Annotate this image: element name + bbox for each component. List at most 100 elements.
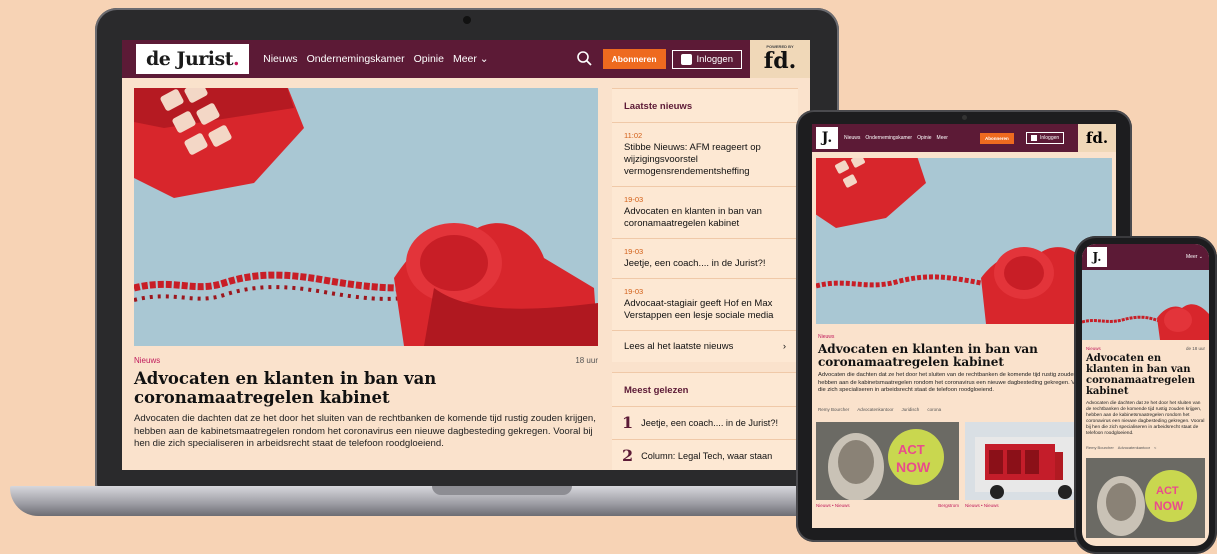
tablet-article-tag[interactable]: Nieuws [818, 334, 1116, 340]
meta-tag[interactable]: Juridisch [902, 407, 920, 412]
most-read-item[interactable]: 1 Jeetje, een coach.... in de Jurist?! [612, 407, 798, 440]
top-navigation: de Jurist. Nieuws Ondernemingskamer Opin… [122, 40, 810, 78]
news-time: 11:02 [624, 131, 643, 140]
card-meta: Nieuws • Nieuws Bergstrom [816, 503, 959, 508]
meta-tag[interactable]: Advocatenkantoor [1118, 445, 1150, 450]
tablet-nav-item[interactable]: Meer [937, 135, 948, 141]
tablet-nav-item[interactable]: Opinie [917, 135, 931, 141]
card-category[interactable]: Nieuws • Nieuws [965, 503, 999, 508]
phone-hero-image[interactable] [1082, 270, 1209, 340]
article-card[interactable]: ACT NOW Nieuws • Nieuws Bergstrom [816, 421, 959, 508]
tablet-partner-logo[interactable]: fd. [1078, 124, 1116, 152]
article-headline[interactable]: Advocaten en klanten in ban van coronama… [134, 369, 598, 407]
subscribe-button[interactable]: Abonneren [602, 49, 666, 69]
phone-navigation: J. Meer ⌄ [1082, 244, 1209, 270]
phone-logo[interactable]: J. [1087, 247, 1107, 267]
news-time: 19-03 [624, 287, 644, 296]
nav-actions: Abonneren Inloggen POWERED BY fd. [575, 40, 810, 78]
phone-screen: J. Meer ⌄ Nieuws de 18 uur Advocaten en … [1082, 244, 1209, 546]
tablet-hero-image[interactable] [816, 158, 1112, 324]
tablet-nav-links: Nieuws Ondernemingskamer Opinie Meer [844, 135, 948, 141]
logo-text: de Jurist [146, 48, 234, 70]
news-time: 19-03 [624, 247, 644, 256]
featured-article[interactable]: Nieuws 18 uur Advocaten en klanten in ba… [134, 88, 598, 470]
logo-dot: . [233, 48, 240, 70]
tablet-nav-item[interactable]: Ondernemingskamer [865, 135, 912, 141]
news-title: Advocaten en klanten in ban van coronama… [624, 206, 762, 229]
latest-news-title: Laatste nieuws [612, 89, 798, 123]
partner-small-text: POWERED BY [766, 44, 794, 49]
nav-item-ondernemingskamer[interactable]: Ondernemingskamer [307, 53, 405, 65]
all-news-label: Lees al het laatste nieuws [624, 341, 734, 352]
login-button[interactable]: Inloggen [671, 49, 742, 69]
meta-tag[interactable]: corona [927, 407, 941, 412]
article-tag[interactable]: Nieuws [134, 356, 160, 365]
card-category[interactable]: Nieuws • Nieuws [816, 503, 850, 508]
most-read-title-text: Column: Legal Tech, waar staan [641, 451, 773, 461]
svg-text:ACT: ACT [898, 442, 925, 457]
news-title: Advocaat-stagiair geeft Hof en Max Verst… [624, 298, 774, 321]
svg-text:NOW: NOW [896, 459, 931, 475]
news-item[interactable]: 19-03 Advocaten en klanten in ban van co… [612, 187, 798, 239]
site-logo[interactable]: de Jurist. [136, 44, 250, 74]
tablet-lead: Advocaten die dachten dat ze het door he… [818, 372, 1107, 393]
article-meta: Nieuws 18 uur [134, 356, 598, 365]
laptop-notch [432, 486, 572, 495]
most-read-panel: Meest gelezen 1 Jeetje, een coach.... in… [612, 372, 798, 470]
hero-image[interactable] [134, 88, 598, 346]
partner-logo-text: fd. [763, 48, 797, 74]
main-content: Nieuws 18 uur Advocaten en klanten in ba… [122, 78, 810, 470]
most-read-title-text: Jeetje, een coach.... in de Jurist?! [641, 418, 779, 428]
user-icon [1031, 135, 1037, 141]
article-time: 18 uur [575, 356, 598, 365]
sidebar: Laatste nieuws 11:02 Stibbe Nieuws: AFM … [612, 88, 798, 470]
share-icon[interactable]: < [1154, 445, 1156, 450]
news-title: Stibbe Nieuws: AFM reageert op wijziging… [624, 142, 761, 177]
meta-tag[interactable]: Advocatenkantoor [857, 407, 893, 412]
card-author: Bergstrom [938, 502, 959, 508]
tablet-camera [962, 115, 967, 120]
tablet-nav-item[interactable]: Nieuws [844, 135, 860, 141]
tablet-login-button[interactable]: Inloggen [1026, 132, 1065, 144]
news-item[interactable]: 19-03 Advocaat-stagiair geeft Hof en Max… [612, 279, 798, 331]
chevron-right-icon: › [782, 341, 786, 352]
tablet-subscribe-button[interactable]: Abonneren [980, 133, 1014, 144]
phone-meta-tags: Remy Bourcher Advocatenkantoor < [1086, 445, 1205, 450]
tablet-logo[interactable]: J. [816, 127, 838, 149]
tablet-screen: J. Nieuws Ondernemingskamer Opinie Meer … [812, 124, 1116, 528]
svg-text:ACT: ACT [1156, 485, 1179, 497]
phone-menu-button[interactable]: Meer ⌄ [1186, 254, 1203, 260]
user-icon [680, 53, 692, 65]
latest-news-panel: Laatste nieuws 11:02 Stibbe Nieuws: AFM … [612, 88, 798, 362]
meta-tag[interactable]: Remy Bourcher [818, 407, 849, 412]
all-news-link[interactable]: Lees al het laatste nieuws › [612, 331, 798, 362]
partner-logo[interactable]: POWERED BY fd. [750, 40, 810, 78]
tablet-headline[interactable]: Advocaten en klanten in ban van coronama… [818, 343, 1110, 369]
phone-article-tag[interactable]: Nieuws [1086, 346, 1101, 351]
phone-lead: Advocaten die dachten dat ze het door he… [1086, 401, 1205, 436]
nav-item-opinie[interactable]: Opinie [414, 53, 444, 65]
most-read-item[interactable]: 2 Column: Legal Tech, waar staan [612, 440, 798, 470]
tablet-navigation: J. Nieuws Ondernemingskamer Opinie Meer … [812, 124, 1116, 152]
news-item[interactable]: 19-03 Jeetje, een coach.... in de Jurist… [612, 239, 798, 279]
phone-card-image[interactable]: ACT NOW [1086, 458, 1205, 538]
laptop-screen: de Jurist. Nieuws Ondernemingskamer Opin… [122, 40, 810, 470]
phone-headline[interactable]: Advocaten en klanten in ban van coronama… [1086, 353, 1205, 397]
tablet-cards: ACT NOW Nieuws • Nieuws Bergstrom Nieuws… [816, 421, 1112, 508]
nav-item-nieuws[interactable]: Nieuws [263, 53, 297, 65]
news-title: Jeetje, een coach.... in de Jurist?! [624, 258, 766, 269]
news-item[interactable]: 11:02 Stibbe Nieuws: AFM reageert op wij… [612, 123, 798, 187]
svg-text:NOW: NOW [1154, 499, 1184, 513]
phone-article-meta: Nieuws de 18 uur [1086, 346, 1205, 351]
tablet-meta-tags: Remy Bourcher Advocatenkantoor Juridisch… [818, 407, 1110, 412]
tablet-login-label: Inloggen [1040, 135, 1060, 141]
article-lead: Advocaten die dachten dat ze het door he… [134, 413, 596, 449]
meta-tag[interactable]: Remy Bourcher [1086, 445, 1114, 450]
search-icon[interactable] [575, 49, 595, 69]
rank-number: 1 [622, 413, 634, 432]
rank-number: 2 [622, 446, 634, 465]
laptop-camera [463, 16, 471, 24]
nav-item-meer[interactable]: Meer ⌄ [453, 53, 489, 65]
most-read-title: Meest gelezen [612, 373, 798, 407]
phone-article-time: de 18 uur [1185, 346, 1205, 351]
